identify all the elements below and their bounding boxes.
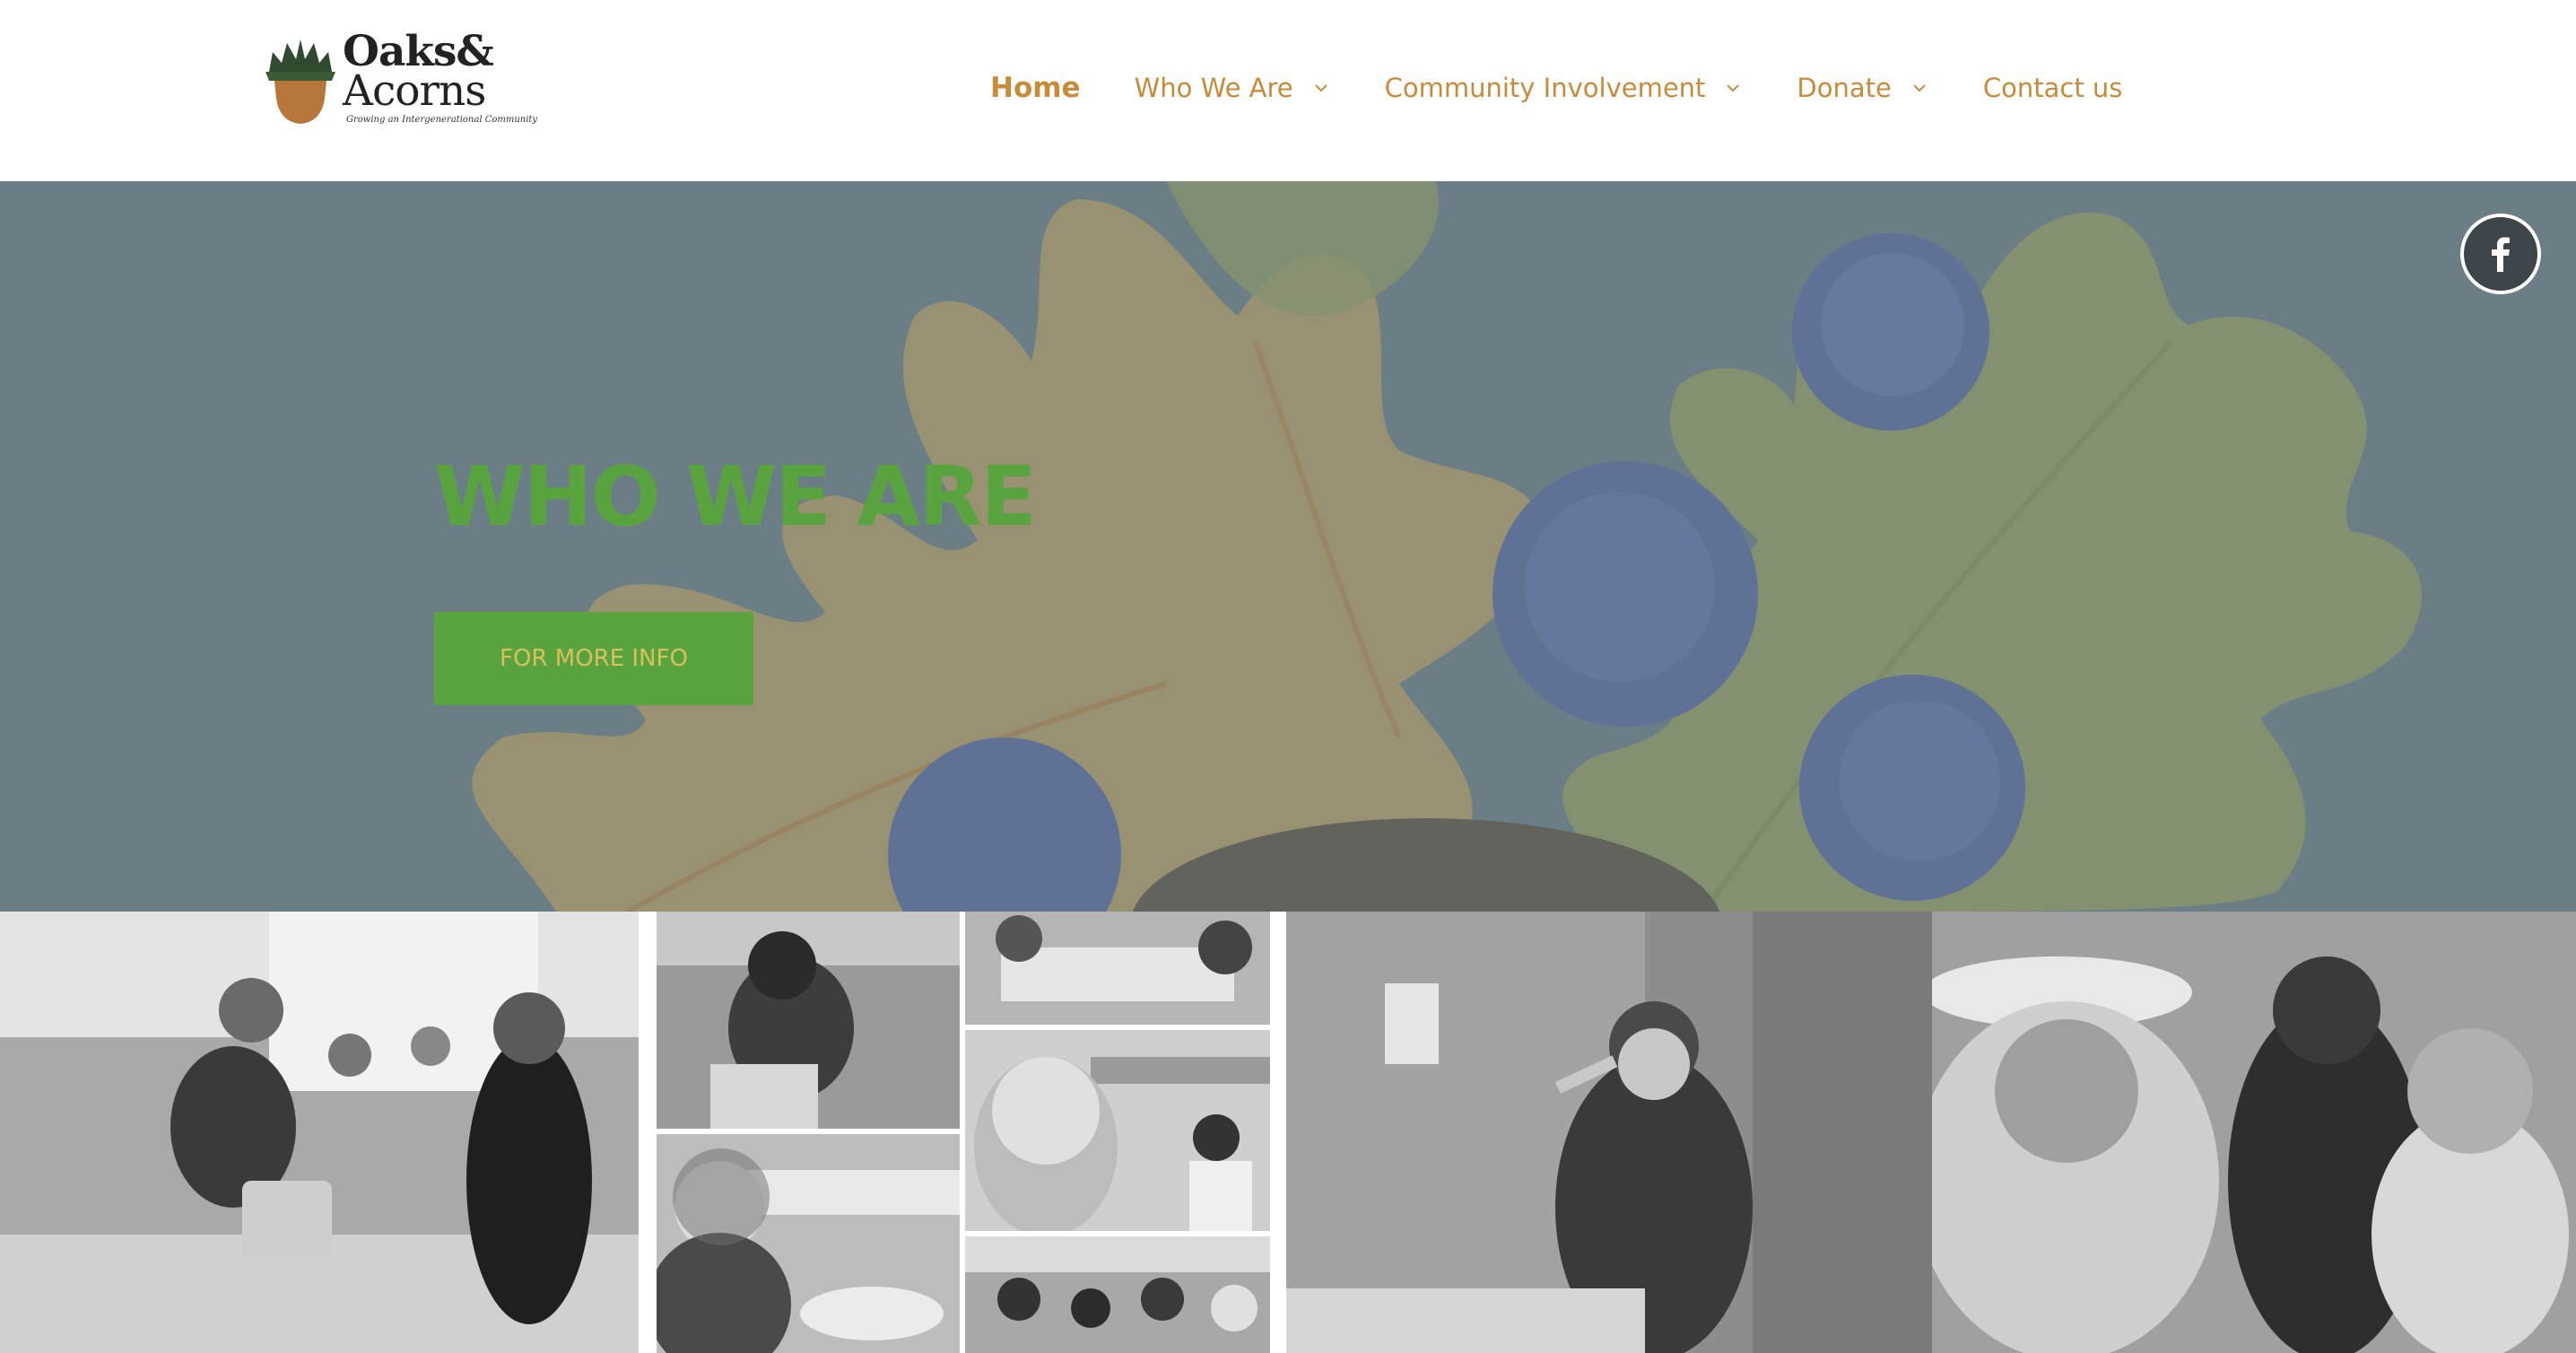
table-activity-photo xyxy=(657,912,960,1129)
chevron-down-icon[interactable] xyxy=(1723,78,1743,98)
cooking-activity-photo xyxy=(0,912,639,1353)
for-more-info-button[interactable]: FOR MORE INFO xyxy=(434,612,753,705)
chevron-down-icon[interactable] xyxy=(1311,78,1331,98)
logo-line-2: Acorns xyxy=(343,66,486,116)
oak-leaves-illustration xyxy=(0,181,2576,912)
elder-and-child-photo xyxy=(965,1030,1270,1231)
site-logo[interactable]: Oaks& Acorns Growing an Intergenerationa… xyxy=(260,31,537,131)
site-header: Oaks& Acorns Growing an Intergenerationa… xyxy=(0,0,2576,181)
facebook-button[interactable] xyxy=(2460,214,2541,294)
logo-tagline: Growing an Intergenerational Community xyxy=(346,115,538,125)
speaker-with-microphone-photo xyxy=(1286,912,1932,1353)
nav-item-who-we-are[interactable]: Who We Are xyxy=(1135,73,1331,103)
nav-item-label: Community Involvement xyxy=(1384,73,1706,103)
nav-item-label: Who We Are xyxy=(1134,73,1293,103)
nav-item-donate[interactable]: Donate xyxy=(1797,73,1928,103)
nav-item-label: Donate xyxy=(1797,73,1892,103)
main-nav: Home Who We Are Community Involvement Do… xyxy=(990,63,2122,113)
chevron-down-icon[interactable] xyxy=(1910,78,1929,98)
facebook-icon xyxy=(2492,237,2510,272)
art-table-photo xyxy=(965,912,1270,1025)
nav-item-label: Home xyxy=(990,72,1081,104)
nav-item-contact-us[interactable]: Contact us xyxy=(1983,73,2123,103)
hero-banner: WHO WE ARE FOR MORE INFO xyxy=(0,181,2576,912)
photo-gallery xyxy=(0,912,2576,1353)
acorn-logo-icon xyxy=(265,39,335,124)
hero-title: WHO WE ARE xyxy=(434,449,1037,545)
nav-item-label: Contact us xyxy=(1982,73,2123,103)
group-table-photo xyxy=(965,1236,1270,1353)
nav-item-home[interactable]: Home xyxy=(990,72,1081,104)
smiling-woman-photo xyxy=(657,1134,960,1353)
nav-item-community-involvement[interactable]: Community Involvement xyxy=(1385,73,1744,103)
elder-and-girl-photo xyxy=(1932,912,2576,1353)
